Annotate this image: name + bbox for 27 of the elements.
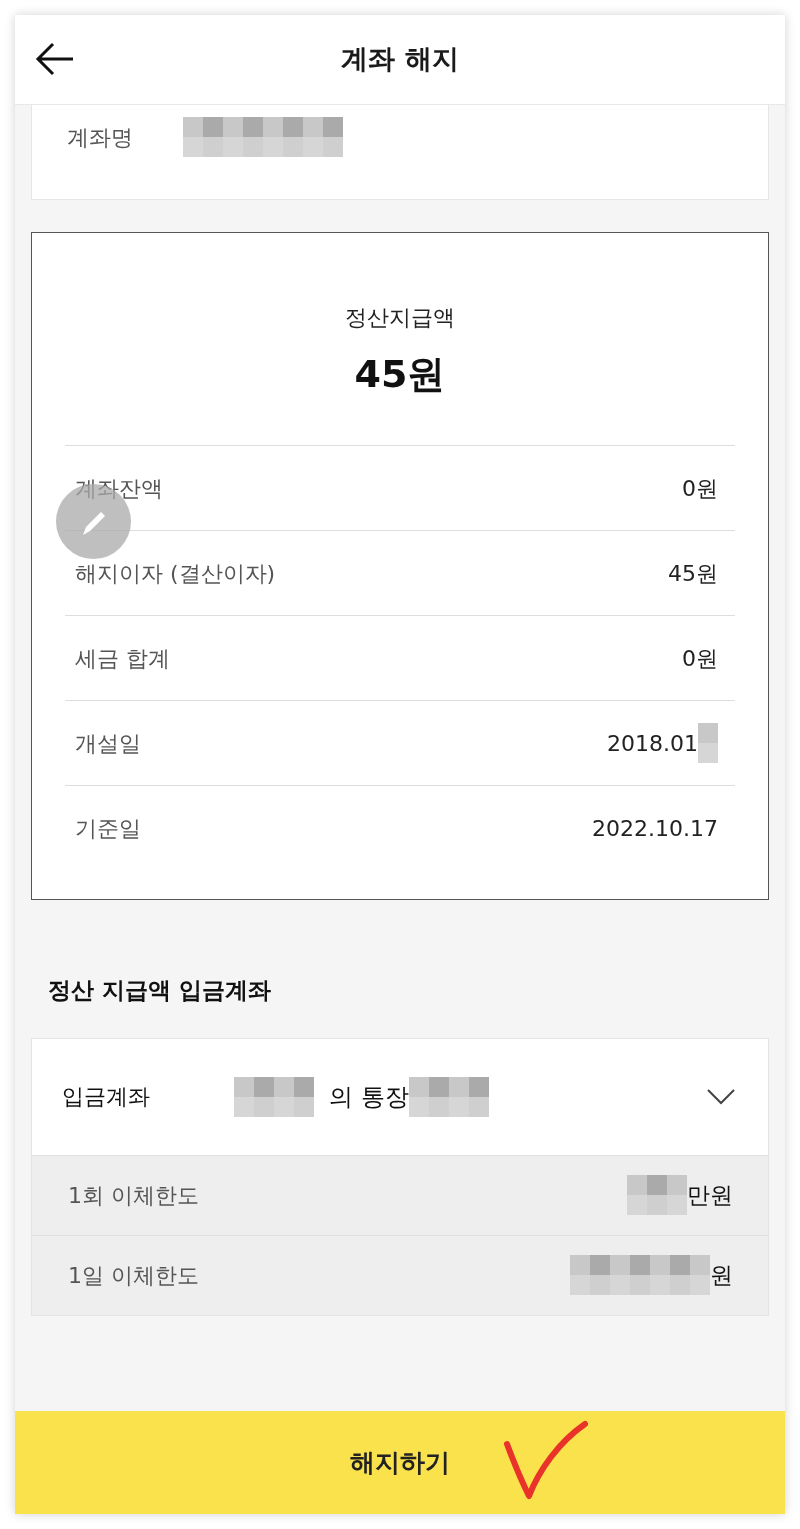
field-label: 기준일 — [75, 814, 141, 843]
value-text: 의 통장 — [329, 1081, 409, 1113]
value-text: 2018.01 — [607, 729, 698, 758]
value-text: 0원 — [682, 474, 718, 503]
field-label: 계좌명 — [67, 123, 133, 152]
pixelated-mask — [698, 723, 718, 763]
amount-value: 45원 — [353, 351, 447, 398]
value-text: 45원 — [668, 559, 718, 588]
terminate-button[interactable]: 해지하기 — [15, 1411, 785, 1514]
back-arrow-icon[interactable] — [35, 42, 75, 76]
field-label: 계좌잔액 — [75, 474, 163, 503]
field-label: 1일 이체한도 — [68, 1261, 199, 1290]
value-text: 2022.10.17 — [592, 814, 718, 843]
field-label: 1회 이체한도 — [68, 1181, 199, 1210]
value-text: 원 — [710, 1260, 733, 1290]
amount-label: 정산지급액 — [344, 304, 456, 332]
field-label: 해지이자 (결산이자) — [75, 559, 276, 588]
chevron-down-icon[interactable] — [707, 1088, 735, 1105]
field-label: 세금 합계 — [75, 644, 170, 673]
section-title: 정산 지급액 입금계좌 — [48, 976, 272, 1005]
pixelated-mask — [627, 1175, 687, 1215]
field-label: 입금계좌 — [62, 1083, 151, 1111]
page-title: 계좌 해지 — [341, 42, 459, 77]
field-label: 개설일 — [75, 729, 141, 758]
value-text: 0원 — [682, 644, 718, 673]
value-text: 만원 — [687, 1180, 733, 1210]
checkmark-icon — [503, 1420, 588, 1500]
